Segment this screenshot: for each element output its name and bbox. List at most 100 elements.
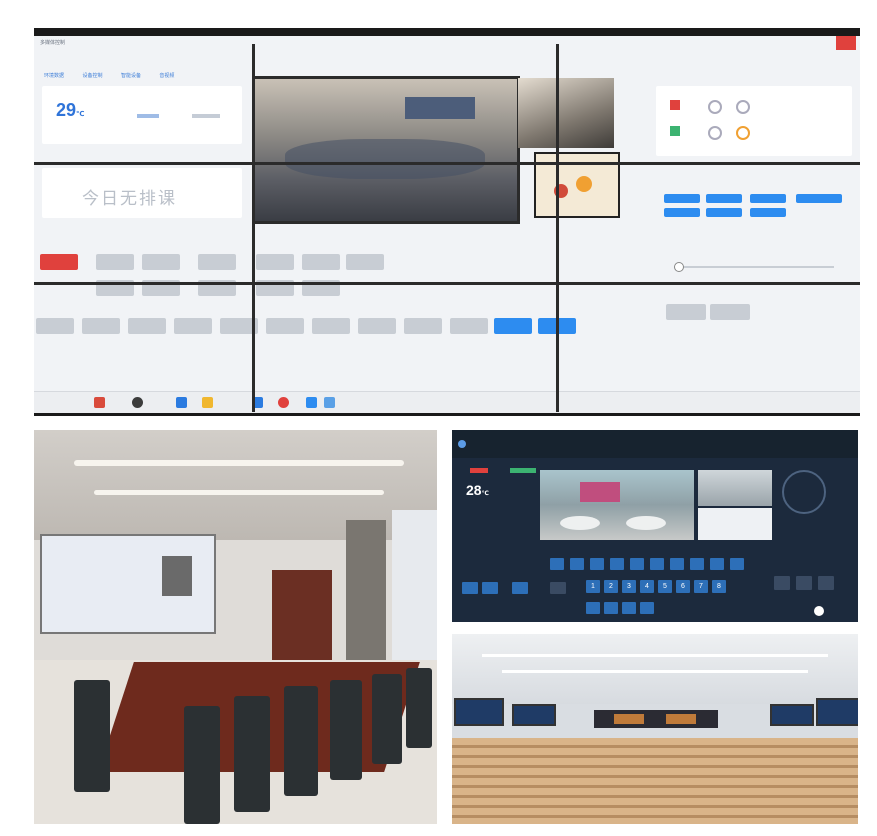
status-ok-icon bbox=[670, 126, 680, 136]
source-button-8[interactable] bbox=[358, 318, 396, 334]
source-button-9[interactable] bbox=[404, 318, 442, 334]
source-button-6[interactable] bbox=[266, 318, 304, 334]
control-source-5[interactable] bbox=[630, 558, 644, 570]
browser-icon[interactable] bbox=[176, 397, 187, 408]
control-device-2[interactable] bbox=[482, 582, 498, 594]
control-source-8[interactable] bbox=[690, 558, 704, 570]
number-key-2[interactable]: 2 bbox=[604, 580, 618, 593]
hall-display-content bbox=[614, 714, 644, 724]
source-button-10[interactable] bbox=[450, 318, 488, 334]
control-source-6[interactable] bbox=[650, 558, 664, 570]
control-source-9[interactable] bbox=[710, 558, 724, 570]
device-status-panel bbox=[656, 86, 852, 156]
power-button[interactable] bbox=[40, 254, 78, 270]
control-source-10[interactable] bbox=[730, 558, 744, 570]
source-button-active-1[interactable] bbox=[494, 318, 532, 334]
control-header bbox=[452, 430, 858, 458]
curtain bbox=[346, 520, 386, 670]
logo-icon bbox=[458, 440, 466, 448]
no-class-text: 今日无排课 bbox=[82, 189, 177, 208]
blue-action-5[interactable] bbox=[664, 208, 700, 217]
control-video-3 bbox=[698, 508, 772, 540]
windows-start-icon[interactable] bbox=[94, 397, 105, 408]
toggle-icon-4[interactable] bbox=[736, 126, 750, 140]
ptz-control-icon[interactable] bbox=[782, 470, 826, 514]
control-temperature-unit: ℃ bbox=[481, 491, 489, 497]
control-source-4[interactable] bbox=[610, 558, 624, 570]
control-device-4[interactable] bbox=[550, 582, 566, 594]
source-button-2[interactable] bbox=[82, 318, 120, 334]
control-extra-1[interactable] bbox=[586, 602, 600, 614]
device-button-6[interactable] bbox=[346, 254, 384, 270]
temperature-card: 29℃ bbox=[42, 86, 242, 144]
number-key-8[interactable]: 8 bbox=[712, 580, 726, 593]
wooden-cabinet bbox=[272, 570, 332, 662]
number-key-1[interactable]: 1 bbox=[586, 580, 600, 593]
control-device-1[interactable] bbox=[462, 582, 478, 594]
device-button-4[interactable] bbox=[256, 254, 294, 270]
blue-action-4[interactable] bbox=[796, 194, 842, 203]
control-source-7[interactable] bbox=[670, 558, 684, 570]
search-icon[interactable] bbox=[132, 397, 143, 408]
tab-smart[interactable]: 智能设备 bbox=[121, 72, 141, 79]
chair bbox=[372, 674, 402, 764]
tab-av[interactable]: 音视频 bbox=[159, 72, 174, 79]
tab-devices[interactable]: 设备控制 bbox=[82, 72, 102, 79]
number-key-4[interactable]: 4 bbox=[640, 580, 654, 593]
mode-button-2[interactable] bbox=[710, 304, 750, 320]
tab-environment[interactable]: 环境数据 bbox=[44, 72, 64, 79]
toggle-icon-1[interactable] bbox=[708, 100, 722, 114]
control-mode-2[interactable] bbox=[796, 576, 812, 590]
control-source-3[interactable] bbox=[590, 558, 604, 570]
wall-tab-bar: 环境数据 设备控制 智能设备 音视频 bbox=[44, 64, 188, 82]
control-mode-1[interactable] bbox=[774, 576, 790, 590]
blue-action-3[interactable] bbox=[750, 194, 786, 203]
hall-display-right-1 bbox=[770, 704, 814, 726]
blue-action-1[interactable] bbox=[664, 194, 700, 203]
control-extra-4[interactable] bbox=[640, 602, 654, 614]
chair bbox=[406, 668, 432, 748]
air-indicator bbox=[192, 114, 220, 118]
toggle-icon-3[interactable] bbox=[708, 126, 722, 140]
chrome-icon[interactable] bbox=[278, 397, 289, 408]
blue-action-7[interactable] bbox=[750, 208, 786, 217]
control-mode-3[interactable] bbox=[818, 576, 834, 590]
device-button-1[interactable] bbox=[96, 254, 134, 270]
device-button-3[interactable] bbox=[198, 254, 236, 270]
blue-action-2[interactable] bbox=[706, 194, 742, 203]
hall-ceiling bbox=[452, 634, 858, 704]
source-button-7[interactable] bbox=[312, 318, 350, 334]
volume-slider[interactable] bbox=[674, 266, 834, 268]
ceiling-light bbox=[94, 490, 384, 495]
source-button-3[interactable] bbox=[128, 318, 166, 334]
control-extra-2[interactable] bbox=[604, 602, 618, 614]
number-key-3[interactable]: 3 bbox=[622, 580, 636, 593]
number-key-5[interactable]: 5 bbox=[658, 580, 672, 593]
number-key-6[interactable]: 6 bbox=[676, 580, 690, 593]
mode-button-1[interactable] bbox=[666, 304, 706, 320]
blue-action-6[interactable] bbox=[706, 208, 742, 217]
control-extra-3[interactable] bbox=[622, 602, 636, 614]
bezel-divider bbox=[252, 44, 255, 412]
device-button-2[interactable] bbox=[142, 254, 180, 270]
hall-display-left-2 bbox=[512, 704, 556, 726]
control-source-1[interactable] bbox=[550, 558, 564, 570]
bezel-divider bbox=[556, 44, 559, 412]
toggle-icon-2[interactable] bbox=[736, 100, 750, 114]
source-button-1[interactable] bbox=[36, 318, 74, 334]
windows-taskbar bbox=[34, 391, 860, 413]
app-icon-2[interactable] bbox=[306, 397, 317, 408]
number-key-7[interactable]: 7 bbox=[694, 580, 708, 593]
control-device-3[interactable] bbox=[512, 582, 528, 594]
volume-slider-knob[interactable] bbox=[674, 262, 684, 272]
schedule-card: 今日无排课 bbox=[42, 168, 242, 218]
start-button[interactable] bbox=[510, 468, 536, 473]
classroom-video-2 bbox=[518, 78, 614, 148]
source-button-4[interactable] bbox=[174, 318, 212, 334]
control-source-2[interactable] bbox=[570, 558, 584, 570]
stop-button[interactable] bbox=[470, 468, 488, 473]
folder-icon[interactable] bbox=[202, 397, 213, 408]
app-icon-3[interactable] bbox=[324, 397, 335, 408]
close-icon[interactable] bbox=[836, 36, 856, 50]
device-button-5[interactable] bbox=[302, 254, 340, 270]
